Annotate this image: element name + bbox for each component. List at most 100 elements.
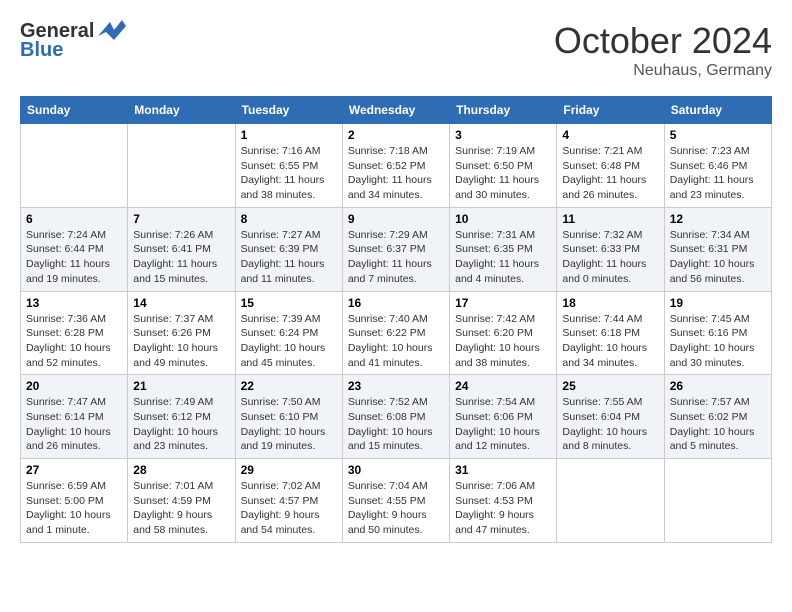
day-number: 28 <box>133 463 229 477</box>
sunrise-text: Sunrise: 7:34 AM <box>670 228 766 243</box>
table-row: 12 Sunrise: 7:34 AM Sunset: 6:31 PM Dayl… <box>664 207 771 291</box>
table-row: 10 Sunrise: 7:31 AM Sunset: 6:35 PM Dayl… <box>450 207 557 291</box>
sunset-text: Sunset: 4:55 PM <box>348 494 444 509</box>
sunset-text: Sunset: 6:37 PM <box>348 242 444 257</box>
table-row: 30 Sunrise: 7:04 AM Sunset: 4:55 PM Dayl… <box>342 459 449 543</box>
sunset-text: Sunset: 6:06 PM <box>455 410 551 425</box>
daylight-text: Daylight: 10 hours and 19 minutes. <box>241 425 337 454</box>
sunrise-text: Sunrise: 7:29 AM <box>348 228 444 243</box>
table-row <box>21 124 128 208</box>
header-saturday: Saturday <box>664 97 771 124</box>
header-wednesday: Wednesday <box>342 97 449 124</box>
day-number: 6 <box>26 212 122 226</box>
table-row: 2 Sunrise: 7:18 AM Sunset: 6:52 PM Dayli… <box>342 124 449 208</box>
daylight-text: Daylight: 11 hours and 0 minutes. <box>562 257 658 286</box>
day-number: 25 <box>562 379 658 393</box>
table-row: 9 Sunrise: 7:29 AM Sunset: 6:37 PM Dayli… <box>342 207 449 291</box>
sunrise-text: Sunrise: 7:24 AM <box>26 228 122 243</box>
daylight-text: Daylight: 9 hours and 50 minutes. <box>348 508 444 537</box>
calendar-week-4: 20 Sunrise: 7:47 AM Sunset: 6:14 PM Dayl… <box>21 375 772 459</box>
sunset-text: Sunset: 6:18 PM <box>562 326 658 341</box>
daylight-text: Daylight: 9 hours and 58 minutes. <box>133 508 229 537</box>
table-row: 18 Sunrise: 7:44 AM Sunset: 6:18 PM Dayl… <box>557 291 664 375</box>
sunrise-text: Sunrise: 7:50 AM <box>241 395 337 410</box>
daylight-text: Daylight: 11 hours and 38 minutes. <box>241 173 337 202</box>
sunset-text: Sunset: 6:39 PM <box>241 242 337 257</box>
sunrise-text: Sunrise: 7:31 AM <box>455 228 551 243</box>
table-row <box>128 124 235 208</box>
daylight-text: Daylight: 10 hours and 5 minutes. <box>670 425 766 454</box>
day-number: 10 <box>455 212 551 226</box>
sunrise-text: Sunrise: 7:52 AM <box>348 395 444 410</box>
sunset-text: Sunset: 6:24 PM <box>241 326 337 341</box>
table-row <box>557 459 664 543</box>
sunset-text: Sunset: 4:53 PM <box>455 494 551 509</box>
sunset-text: Sunset: 6:55 PM <box>241 159 337 174</box>
sunset-text: Sunset: 6:04 PM <box>562 410 658 425</box>
logo-bird-icon <box>96 18 126 42</box>
table-row: 1 Sunrise: 7:16 AM Sunset: 6:55 PM Dayli… <box>235 124 342 208</box>
day-number: 4 <box>562 128 658 142</box>
calendar-week-1: 1 Sunrise: 7:16 AM Sunset: 6:55 PM Dayli… <box>21 124 772 208</box>
header-friday: Friday <box>557 97 664 124</box>
sunset-text: Sunset: 6:31 PM <box>670 242 766 257</box>
table-row: 8 Sunrise: 7:27 AM Sunset: 6:39 PM Dayli… <box>235 207 342 291</box>
day-number: 9 <box>348 212 444 226</box>
sunset-text: Sunset: 6:02 PM <box>670 410 766 425</box>
sunrise-text: Sunrise: 7:55 AM <box>562 395 658 410</box>
logo: General Blue <box>20 20 126 62</box>
table-row: 15 Sunrise: 7:39 AM Sunset: 6:24 PM Dayl… <box>235 291 342 375</box>
table-row: 31 Sunrise: 7:06 AM Sunset: 4:53 PM Dayl… <box>450 459 557 543</box>
day-number: 29 <box>241 463 337 477</box>
sunset-text: Sunset: 4:57 PM <box>241 494 337 509</box>
sunset-text: Sunset: 6:10 PM <box>241 410 337 425</box>
day-number: 27 <box>26 463 122 477</box>
sunset-text: Sunset: 6:08 PM <box>348 410 444 425</box>
sunrise-text: Sunrise: 7:27 AM <box>241 228 337 243</box>
day-number: 20 <box>26 379 122 393</box>
daylight-text: Daylight: 10 hours and 30 minutes. <box>670 341 766 370</box>
day-number: 14 <box>133 296 229 310</box>
daylight-text: Daylight: 10 hours and 1 minute. <box>26 508 122 537</box>
sunset-text: Sunset: 6:50 PM <box>455 159 551 174</box>
table-row: 14 Sunrise: 7:37 AM Sunset: 6:26 PM Dayl… <box>128 291 235 375</box>
sunset-text: Sunset: 6:41 PM <box>133 242 229 257</box>
sunrise-text: Sunrise: 7:26 AM <box>133 228 229 243</box>
sunrise-text: Sunrise: 7:49 AM <box>133 395 229 410</box>
day-number: 8 <box>241 212 337 226</box>
day-number: 21 <box>133 379 229 393</box>
daylight-text: Daylight: 9 hours and 54 minutes. <box>241 508 337 537</box>
daylight-text: Daylight: 11 hours and 7 minutes. <box>348 257 444 286</box>
sunrise-text: Sunrise: 6:59 AM <box>26 479 122 494</box>
table-row <box>664 459 771 543</box>
sunset-text: Sunset: 6:16 PM <box>670 326 766 341</box>
header-sunday: Sunday <box>21 97 128 124</box>
sunrise-text: Sunrise: 7:36 AM <box>26 312 122 327</box>
table-row: 29 Sunrise: 7:02 AM Sunset: 4:57 PM Dayl… <box>235 459 342 543</box>
table-row: 23 Sunrise: 7:52 AM Sunset: 6:08 PM Dayl… <box>342 375 449 459</box>
table-row: 4 Sunrise: 7:21 AM Sunset: 6:48 PM Dayli… <box>557 124 664 208</box>
sunset-text: Sunset: 6:14 PM <box>26 410 122 425</box>
day-number: 18 <box>562 296 658 310</box>
weekday-header-row: Sunday Monday Tuesday Wednesday Thursday… <box>21 97 772 124</box>
sunset-text: Sunset: 5:00 PM <box>26 494 122 509</box>
daylight-text: Daylight: 10 hours and 38 minutes. <box>455 341 551 370</box>
daylight-text: Daylight: 10 hours and 15 minutes. <box>348 425 444 454</box>
sunrise-text: Sunrise: 7:23 AM <box>670 144 766 159</box>
daylight-text: Daylight: 11 hours and 11 minutes. <box>241 257 337 286</box>
daylight-text: Daylight: 11 hours and 34 minutes. <box>348 173 444 202</box>
day-number: 13 <box>26 296 122 310</box>
daylight-text: Daylight: 11 hours and 19 minutes. <box>26 257 122 286</box>
table-row: 3 Sunrise: 7:19 AM Sunset: 6:50 PM Dayli… <box>450 124 557 208</box>
table-row: 22 Sunrise: 7:50 AM Sunset: 6:10 PM Dayl… <box>235 375 342 459</box>
table-row: 28 Sunrise: 7:01 AM Sunset: 4:59 PM Dayl… <box>128 459 235 543</box>
sunrise-text: Sunrise: 7:54 AM <box>455 395 551 410</box>
table-row: 6 Sunrise: 7:24 AM Sunset: 6:44 PM Dayli… <box>21 207 128 291</box>
daylight-text: Daylight: 11 hours and 26 minutes. <box>562 173 658 202</box>
sunrise-text: Sunrise: 7:21 AM <box>562 144 658 159</box>
day-number: 17 <box>455 296 551 310</box>
table-row: 26 Sunrise: 7:57 AM Sunset: 6:02 PM Dayl… <box>664 375 771 459</box>
sunset-text: Sunset: 6:20 PM <box>455 326 551 341</box>
daylight-text: Daylight: 11 hours and 4 minutes. <box>455 257 551 286</box>
sunrise-text: Sunrise: 7:06 AM <box>455 479 551 494</box>
